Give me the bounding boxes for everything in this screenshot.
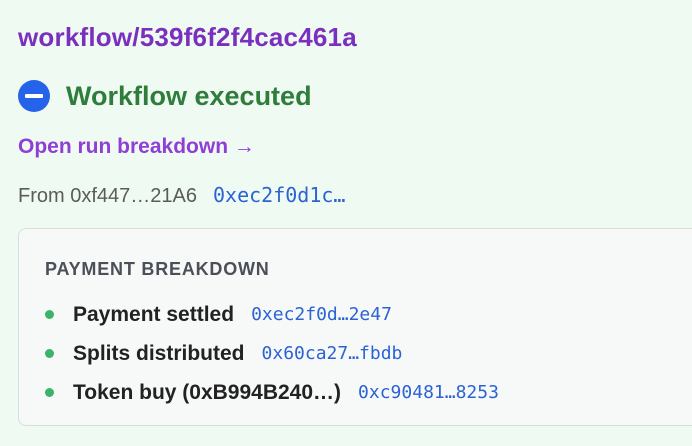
status-row: Workflow executed	[18, 80, 312, 112]
payment-breakdown-title: PAYMENT BREAKDOWN	[45, 259, 270, 279]
token-buy-hash-link[interactable]: 0xc90481…8253	[358, 382, 499, 403]
green-dot-icon	[45, 349, 54, 358]
payment-breakdown-card: PAYMENT BREAKDOWN Payment settled 0xec2f…	[18, 228, 692, 426]
minus-circle-icon	[18, 80, 50, 112]
list-item: Token buy (0xB994B240…) 0xc90481…8253	[45, 373, 499, 412]
workflow-link[interactable]: workflow/539f6f2f4cac461a	[18, 22, 357, 53]
green-dot-icon	[45, 388, 54, 397]
open-run-breakdown-link[interactable]: Open run breakdown →	[18, 135, 255, 159]
from-transaction-hash-link[interactable]: 0xec2f0d1c…	[213, 183, 345, 207]
list-item: Payment settled 0xec2f0d…2e47	[45, 295, 499, 334]
green-dot-icon	[45, 310, 54, 319]
token-buy-label: Token buy (0xB994B240…)	[73, 380, 342, 404]
from-address: From 0xf447…21A6	[18, 185, 197, 207]
list-item: Splits distributed 0x60ca27…fbdb	[45, 334, 499, 373]
splits-distributed-hash-link[interactable]: 0x60ca27…fbdb	[262, 343, 403, 364]
payment-breakdown-list: Payment settled 0xec2f0d…2e47 Splits dis…	[45, 295, 499, 412]
from-row: From 0xf447…21A6 0xec2f0d1c…	[18, 183, 345, 208]
status-text: Workflow executed	[66, 80, 312, 111]
splits-distributed-label: Splits distributed	[73, 341, 245, 365]
payment-settled-label: Payment settled	[73, 302, 235, 326]
payment-settled-hash-link[interactable]: 0xec2f0d…2e47	[251, 304, 392, 325]
